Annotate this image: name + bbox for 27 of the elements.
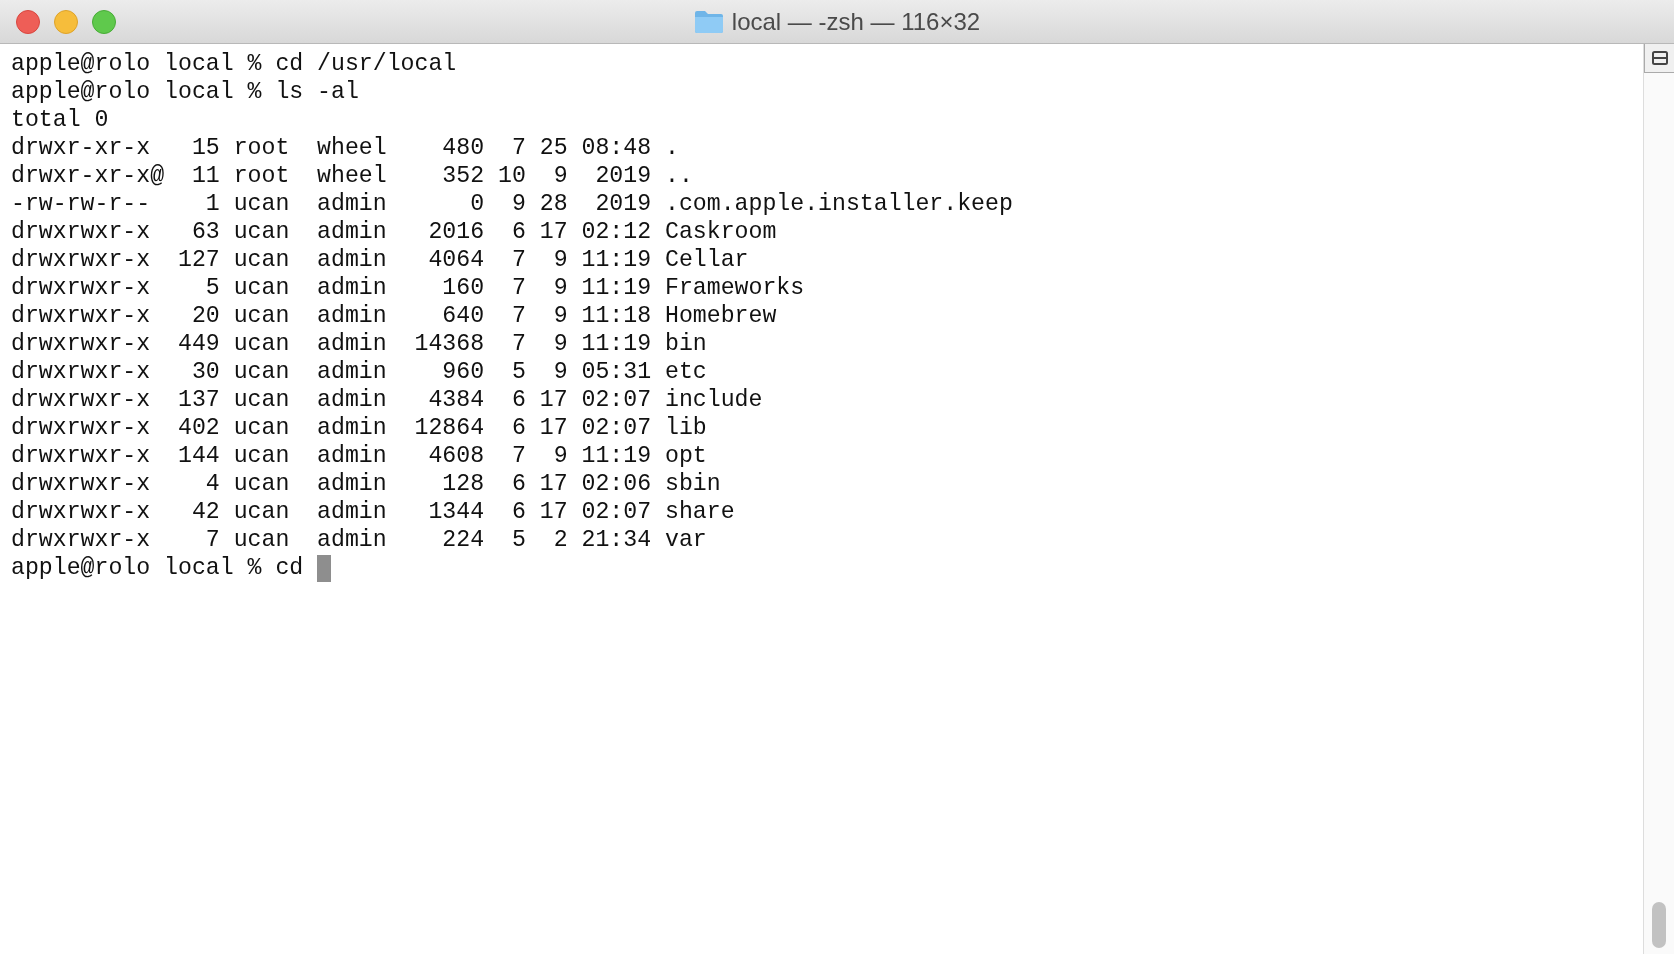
- window-title: local — -zsh — 116×32: [731, 7, 981, 36]
- terminal-line: drwxrwxr-x 127 ucan admin 4064 7 9 11:19 Cellar: [11, 246, 749, 274]
- terminal-line: drwxrwxr-x 402 ucan admin 12864 6 17 02:07 lib: [11, 414, 707, 442]
- terminal-line: apple@rolo local % ls -al: [11, 78, 359, 106]
- terminal-line: drwxrwxr-x 42 ucan admin 1344 6 17 02:07 share: [11, 498, 735, 526]
- terminal-line: drwxrwxr-x 5 ucan admin 160 7 9 11:19 Frameworks: [11, 274, 805, 302]
- terminal-line: apple@rolo local % cd /usr/local: [11, 50, 457, 78]
- scrollbar-thumb[interactable]: [1652, 902, 1666, 948]
- zoom-button[interactable]: [92, 9, 116, 34]
- terminal-line: drwxrwxr-x 7 ucan admin 224 5 2 21:34 var: [11, 526, 707, 554]
- terminal-line: drwxrwxr-x 144 ucan admin 4608 7 9 11:19 opt: [11, 442, 707, 470]
- terminal-line: drwxrwxr-x 4 ucan admin 128 6 17 02:06 sbin: [11, 470, 721, 498]
- terminal-line: total 0: [11, 106, 109, 134]
- split-pane-button[interactable]: [1644, 44, 1674, 73]
- close-button[interactable]: [16, 9, 40, 34]
- terminal-line: -rw-rw-r-- 1 ucan admin 0 9 28 2019 .com.apple.installer.keep: [11, 190, 1013, 218]
- terminal-line: drwxr-xr-x 15 root wheel 480 7 25 08:48 .: [11, 134, 679, 162]
- terminal-line: drwxrwxr-x 63 ucan admin 2016 6 17 02:12 Caskroom: [11, 218, 777, 246]
- split-icon: [1651, 51, 1668, 65]
- terminal-line: drwxr-xr-x@ 11 root wheel 352 10 9 2019 ..: [11, 162, 693, 190]
- minimize-button[interactable]: [54, 9, 78, 34]
- terminal-line: drwxrwxr-x 30 ucan admin 960 5 9 05:31 etc: [11, 358, 707, 386]
- terminal-line: drwxrwxr-x 449 ucan admin 14368 7 9 11:19 bin: [11, 330, 707, 358]
- folder-icon: [693, 9, 724, 34]
- terminal-line: drwxrwxr-x 137 ucan admin 4384 6 17 02:07 include: [11, 386, 763, 414]
- terminal-line: apple@rolo local % cd: [11, 554, 304, 582]
- terminal-line: drwxrwxr-x 20 ucan admin 640 7 9 11:18 Homebrew: [11, 302, 777, 330]
